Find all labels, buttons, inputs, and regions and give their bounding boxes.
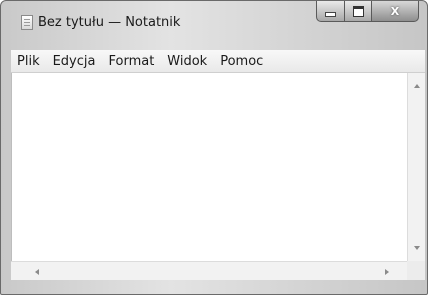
close-icon: X: [390, 4, 400, 18]
menu-item-help[interactable]: Pomoc: [214, 54, 270, 69]
notepad-icon[interactable]: [21, 15, 33, 30]
menu-item-edit[interactable]: Edycja: [47, 54, 103, 69]
menu-item-file[interactable]: Plik: [11, 54, 47, 69]
scroll-down-arrow-icon[interactable]: [414, 246, 420, 250]
maximize-icon: [352, 5, 364, 17]
title-bar[interactable]: Bez tytułu — Notatnik X: [1, 1, 427, 44]
menu-item-format[interactable]: Format: [102, 54, 161, 69]
menu-bar: Plik Edycja Format Widok Pomoc: [11, 50, 425, 73]
window-frame-bottom: [1, 280, 427, 294]
window-title: Bez tytułu — Notatnik: [38, 15, 181, 30]
minimize-icon: [325, 11, 336, 17]
close-button[interactable]: X: [372, 1, 419, 22]
menu-item-view[interactable]: Widok: [161, 54, 214, 69]
size-grip[interactable]: [407, 261, 425, 280]
notepad-window: Bez tytułu — Notatnik X Plik Edycja Form…: [0, 0, 428, 295]
scroll-up-arrow-icon[interactable]: [414, 84, 420, 88]
horizontal-scrollbar[interactable]: [11, 261, 407, 280]
text-edit-area[interactable]: [11, 73, 408, 261]
vertical-scrollbar[interactable]: [407, 73, 425, 261]
scroll-left-arrow-icon[interactable]: [35, 269, 39, 275]
minimize-button[interactable]: [316, 1, 345, 22]
maximize-button[interactable]: [345, 1, 372, 22]
scroll-right-arrow-icon[interactable]: [385, 269, 389, 275]
caption-buttons: X: [316, 1, 419, 22]
